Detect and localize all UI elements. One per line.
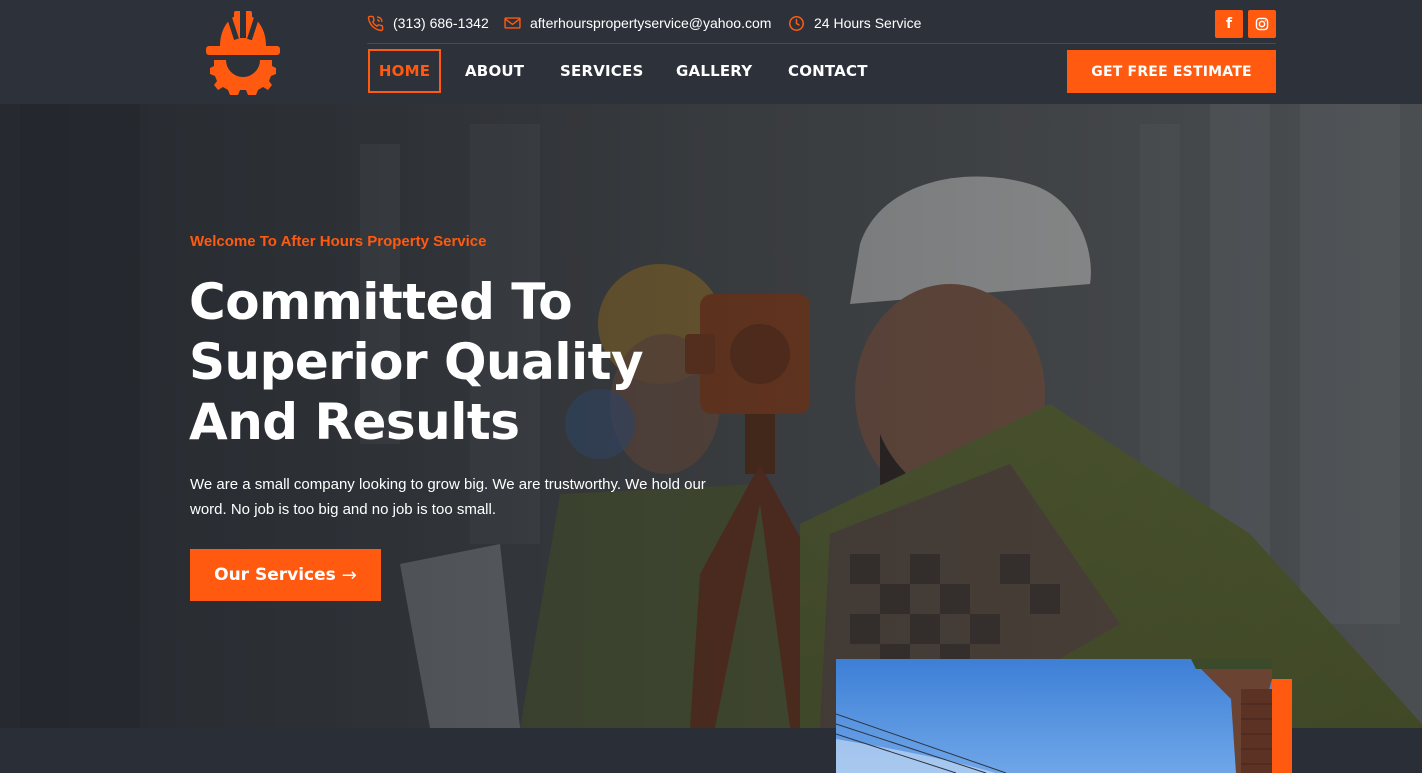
- email-address: afterhourspropertyservice@yahoo.com: [530, 15, 772, 31]
- hours-text: 24 Hours Service: [814, 15, 922, 31]
- phone-icon: [367, 15, 384, 31]
- hero-headline: Committed To Superior Quality And Result…: [189, 273, 644, 451]
- clock-icon: [788, 15, 805, 31]
- arrow-right-icon: →: [341, 564, 357, 586]
- nav-contact[interactable]: CONTACT: [788, 49, 868, 93]
- phone-number: (313) 686-1342: [393, 15, 489, 31]
- nav-about[interactable]: ABOUT: [465, 49, 524, 93]
- phone-contact[interactable]: (313) 686-1342: [367, 14, 489, 32]
- envelope-icon: [504, 17, 521, 29]
- site-header: (313) 686-1342 afterhourspropertyservice…: [0, 0, 1422, 104]
- nav-gallery[interactable]: GALLERY: [676, 49, 752, 93]
- house-roof-photo: [836, 659, 1272, 773]
- email-contact[interactable]: afterhourspropertyservice@yahoo.com: [504, 14, 771, 32]
- nav-home[interactable]: HOME: [368, 49, 441, 93]
- nav-services[interactable]: SERVICES: [560, 49, 643, 93]
- get-free-estimate-button[interactable]: GET FREE ESTIMATE: [1067, 50, 1276, 93]
- our-services-label: Our Services: [214, 565, 336, 585]
- hero-lead-text: We are a small company looking to grow b…: [190, 476, 706, 518]
- accent-bar: [1272, 679, 1292, 773]
- instagram-icon[interactable]: [1248, 10, 1276, 38]
- facebook-icon[interactable]: f: [1215, 10, 1243, 38]
- hardhat-gear-logo-icon[interactable]: [204, 8, 282, 96]
- hero-section: Welcome To After Hours Property Service …: [0, 104, 1422, 728]
- hero-eyebrow: Welcome To After Hours Property Service: [190, 233, 487, 250]
- hours-info: 24 Hours Service: [788, 14, 921, 32]
- top-contact-bar: (313) 686-1342 afterhourspropertyservice…: [367, 0, 1276, 44]
- our-services-button[interactable]: Our Services →: [190, 549, 381, 601]
